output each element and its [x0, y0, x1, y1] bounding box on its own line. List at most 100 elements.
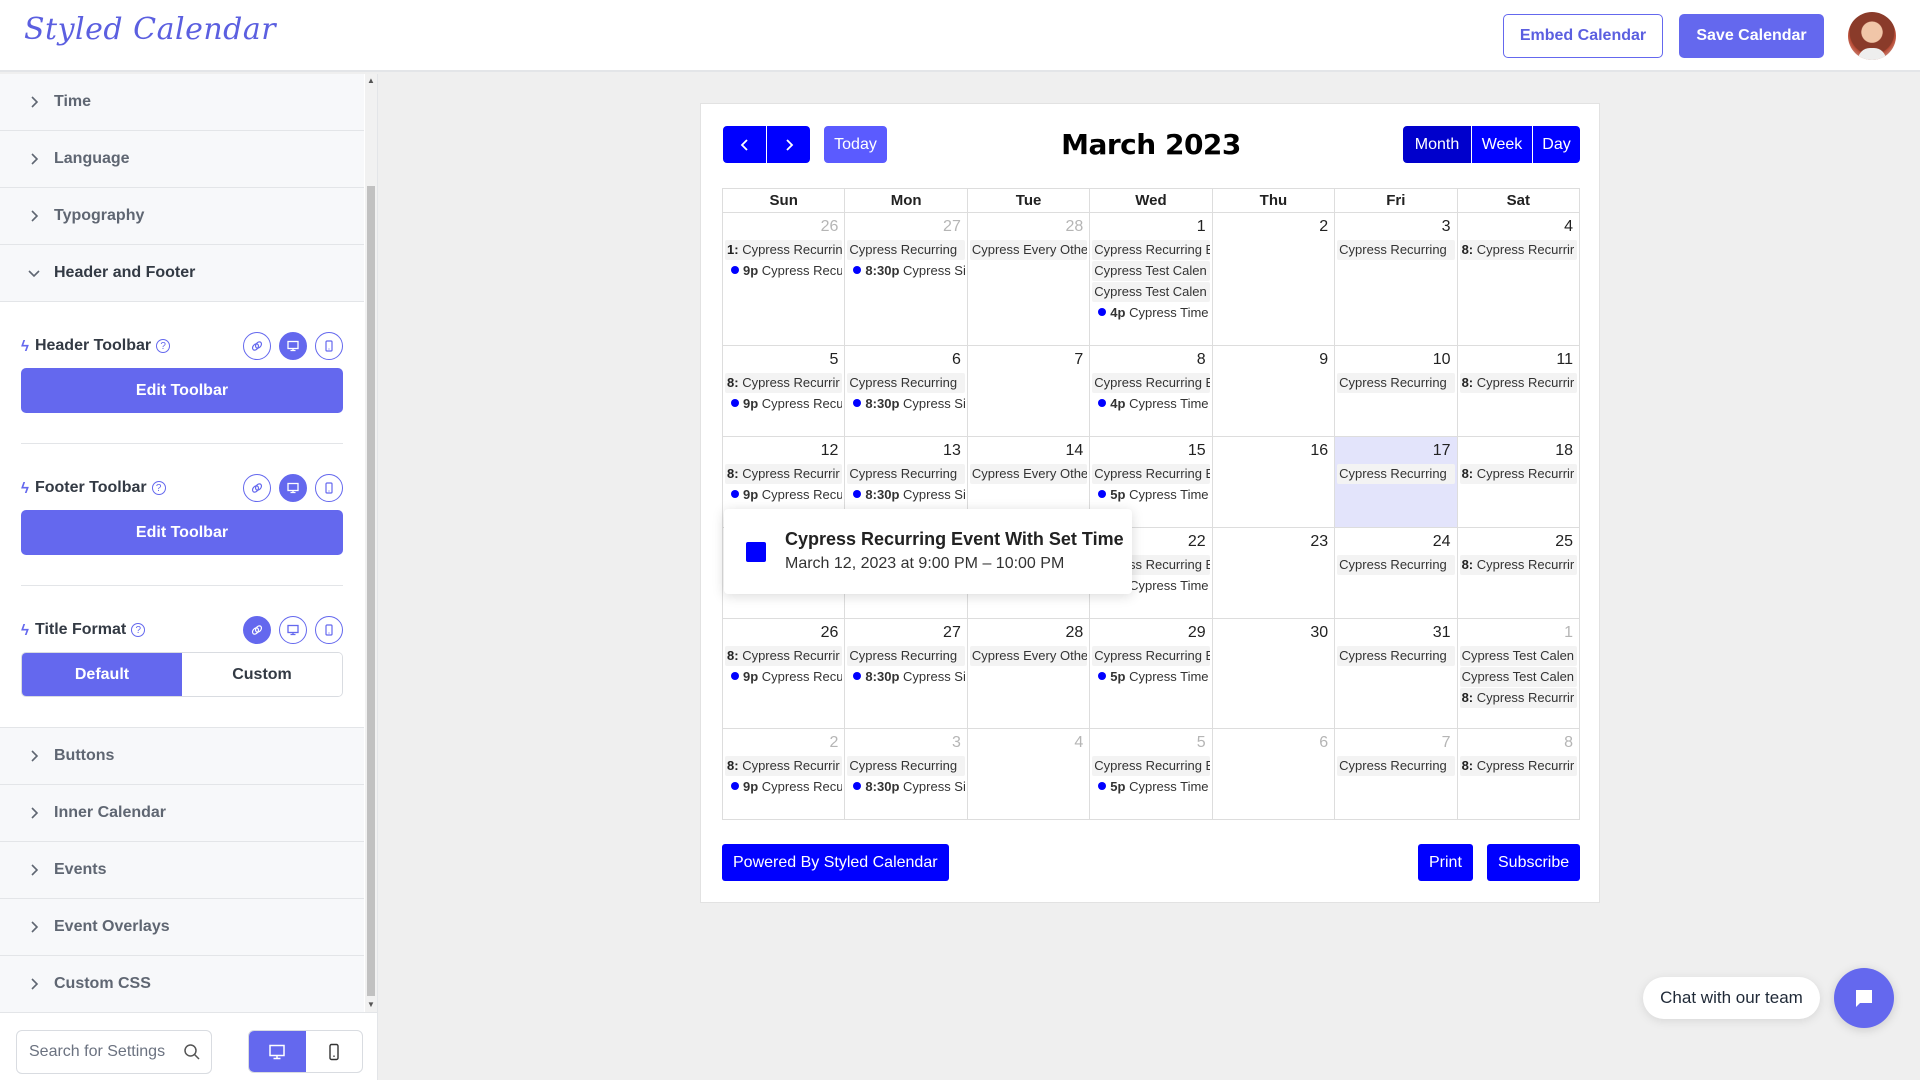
title-format-default[interactable]: Default	[22, 653, 182, 696]
calendar-event[interactable]: Cypress Every Othe	[969, 464, 1088, 484]
calendar-event[interactable]: Cypress Test Calen	[1459, 646, 1577, 666]
calendar-event[interactable]: 8: Cypress Recurrir	[725, 756, 843, 776]
help-icon[interactable]: ?	[131, 623, 146, 637]
day-cell-today[interactable]: 17 Cypress Recurring	[1335, 437, 1458, 528]
day-number[interactable]: 27	[847, 621, 964, 645]
day-number[interactable]: 28	[970, 621, 1087, 645]
day-cell[interactable]: 3 Cypress Recurring 8:30p Cypress Si	[845, 729, 968, 820]
view-day-button[interactable]: Day	[1532, 126, 1580, 163]
day-cell[interactable]: 6 Cypress Recurring 8:30p Cypress Si	[845, 346, 968, 437]
day-cell[interactable]: 6	[1212, 729, 1336, 820]
day-number[interactable]: 4	[970, 731, 1087, 755]
today-button[interactable]: Today	[824, 126, 887, 163]
day-cell[interactable]: 5 Cypress Recurring E 5p Cypress Time	[1090, 729, 1213, 820]
day-cell[interactable]: 23	[1212, 528, 1336, 619]
calendar-event[interactable]: 8: Cypress Recurrir	[725, 646, 843, 666]
desktop-view-button[interactable]	[249, 1031, 306, 1072]
calendar-event[interactable]: Cypress Recurring	[847, 373, 965, 393]
section-event-overlays[interactable]: Event Overlays	[0, 899, 364, 956]
day-number[interactable]: 2	[725, 731, 842, 755]
day-number[interactable]: 27	[847, 215, 964, 239]
calendar-event[interactable]: Cypress Recurring E	[1092, 646, 1210, 666]
day-cell[interactable]: 1 Cypress Test Calen Cypress Test Calen 8: …	[1457, 619, 1580, 729]
day-number[interactable]: 28	[970, 215, 1087, 239]
calendar-event[interactable]: 8:30p Cypress Si	[847, 667, 965, 687]
calendar-event[interactable]: 4p Cypress Time	[1092, 394, 1209, 414]
day-number[interactable]: 12	[725, 439, 842, 463]
day-number[interactable]: 24	[1337, 530, 1454, 554]
edit-header-toolbar-button[interactable]: Edit Toolbar	[21, 368, 343, 413]
print-button[interactable]: Print	[1418, 844, 1473, 881]
day-number[interactable]: 16	[1215, 439, 1332, 463]
calendar-event[interactable]: 8: Cypress Recurrir	[725, 373, 843, 393]
day-number[interactable]: 5	[1092, 731, 1209, 755]
day-cell[interactable]: 26 8: Cypress Recurrir 9p Cypress Recu	[723, 619, 846, 729]
mobile-view-button[interactable]	[306, 1031, 363, 1072]
day-cell[interactable]: 24 Cypress Recurring	[1335, 528, 1458, 619]
day-number[interactable]: 26	[725, 621, 842, 645]
subscribe-button[interactable]: Subscribe	[1487, 844, 1581, 881]
settings-search-input[interactable]	[29, 1043, 179, 1061]
section-events[interactable]: Events	[0, 842, 364, 899]
day-cell[interactable]: 30	[1212, 619, 1336, 729]
calendar-event[interactable]: 9p Cypress Recu	[725, 261, 842, 281]
powered-by-button[interactable]: Powered By Styled Calendar	[722, 844, 949, 881]
calendar-event[interactable]: Cypress Test Calen	[1092, 282, 1210, 302]
calendar-event[interactable]: 8:30p Cypress Si	[847, 777, 965, 797]
calendar-event[interactable]: 9p Cypress Recu	[725, 667, 842, 687]
calendar-event[interactable]: 8: Cypress Recurrir	[725, 464, 843, 484]
day-cell[interactable]: 2	[1212, 213, 1336, 346]
day-cell[interactable]: 25 8: Cypress Recurrir	[1457, 528, 1580, 619]
calendar-event[interactable]: Cypress Recurring	[847, 756, 965, 776]
scrollbar-thumb[interactable]	[367, 186, 375, 996]
user-avatar[interactable]	[1848, 12, 1896, 60]
day-number[interactable]: 6	[847, 348, 964, 372]
desktop-icon[interactable]	[279, 332, 307, 360]
day-number[interactable]: 17	[1337, 439, 1454, 463]
calendar-event[interactable]: Cypress Recurring E	[1092, 756, 1210, 776]
day-number[interactable]: 3	[847, 731, 964, 755]
section-typography[interactable]: Typography	[0, 188, 364, 245]
day-number[interactable]: 5	[725, 348, 842, 372]
calendar-event[interactable]: 9p Cypress Recu	[725, 777, 842, 797]
section-header-and-footer[interactable]: Header and Footer	[0, 245, 364, 302]
day-number[interactable]: 7	[970, 348, 1087, 372]
day-number[interactable]: 9	[1215, 348, 1332, 372]
calendar-event[interactable]: 8: Cypress Recurrir	[1459, 688, 1577, 708]
day-number[interactable]: 23	[1215, 530, 1332, 554]
calendar-event[interactable]: 1: Cypress Recurring	[725, 240, 843, 260]
day-number[interactable]: 8	[1092, 348, 1209, 372]
calendar-event[interactable]: Cypress Recurring	[1337, 373, 1455, 393]
link-icon[interactable]	[243, 474, 271, 502]
section-language[interactable]: Language	[0, 131, 364, 188]
calendar-event[interactable]: Cypress Recurring E	[1092, 240, 1210, 260]
calendar-event[interactable]: Cypress Test Calen	[1459, 667, 1577, 687]
calendar-event[interactable]: Cypress Recurring	[1337, 555, 1455, 575]
embed-calendar-button[interactable]: Embed Calendar	[1503, 14, 1663, 58]
day-number[interactable]: 2	[1215, 215, 1332, 239]
prev-month-button[interactable]	[723, 126, 766, 163]
sidebar-scrollbar[interactable]: ▲ ▼	[365, 74, 377, 1012]
day-cell[interactable]: 31 Cypress Recurring	[1335, 619, 1458, 729]
view-week-button[interactable]: Week	[1471, 126, 1532, 163]
app-logo[interactable]: Styled Calendar	[24, 12, 276, 47]
day-number[interactable]: 31	[1337, 621, 1454, 645]
day-number[interactable]: 18	[1460, 439, 1577, 463]
day-cell[interactable]: 8 Cypress Recurring E 4p Cypress Time	[1090, 346, 1213, 437]
day-cell[interactable]: 8 8: Cypress Recurrir	[1457, 729, 1580, 820]
day-number[interactable]: 8	[1460, 731, 1577, 755]
day-number[interactable]: 30	[1215, 621, 1332, 645]
edit-footer-toolbar-button[interactable]: Edit Toolbar	[21, 510, 343, 555]
calendar-event[interactable]: Cypress Recurring	[847, 646, 965, 666]
save-calendar-button[interactable]: Save Calendar	[1679, 14, 1824, 58]
day-number[interactable]: 11	[1460, 348, 1577, 372]
day-cell[interactable]: 11 8: Cypress Recurrir	[1457, 346, 1580, 437]
day-cell[interactable]: 10 Cypress Recurring	[1335, 346, 1458, 437]
day-number[interactable]: 6	[1215, 731, 1332, 755]
view-month-button[interactable]: Month	[1403, 126, 1471, 163]
day-cell[interactable]: 29 Cypress Recurring E 5p Cypress Time	[1090, 619, 1213, 729]
day-number[interactable]: 3	[1337, 215, 1454, 239]
day-cell[interactable]: 1 Cypress Recurring E Cypress Test Calen Cy…	[1090, 213, 1213, 346]
day-number[interactable]: 13	[847, 439, 964, 463]
day-cell[interactable]: 4 8: Cypress Recurrir	[1457, 213, 1580, 346]
